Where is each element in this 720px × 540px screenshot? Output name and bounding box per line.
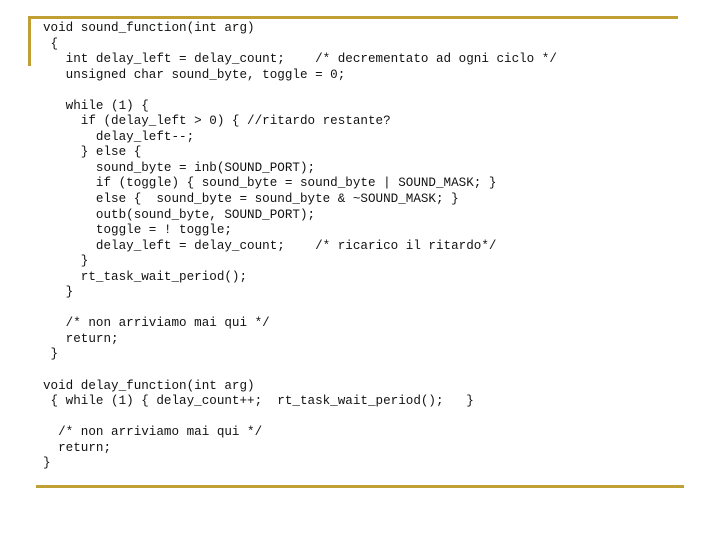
code-line: return; [43, 440, 112, 455]
code-line: toggle = ! toggle; [43, 223, 232, 238]
top-accent-rule [28, 16, 678, 19]
code-line: } [43, 254, 89, 269]
code-line: outb(sound_byte, SOUND_PORT); [43, 207, 316, 222]
code-line: delay_left--; [43, 129, 195, 144]
code-line: if (delay_left > 0) { //ritardo restante… [43, 114, 391, 129]
code-line: void sound_function(int arg) [43, 21, 255, 35]
code-line: /* non arriviamo mai qui */ [43, 425, 263, 440]
code-line: while (1) { [43, 98, 149, 113]
code-block: void sound_function(int arg) { int delay… [43, 21, 557, 472]
code-line: rt_task_wait_period(); [43, 269, 248, 284]
code-line: } else { [43, 145, 142, 160]
code-line: sound_byte = inb(SOUND_PORT); [43, 160, 316, 175]
code-line: { [43, 36, 59, 51]
code-line: if (toggle) { sound_byte = sound_byte | … [43, 176, 497, 191]
bottom-accent-rule [36, 485, 684, 488]
code-line: unsigned char sound_byte, toggle = 0; [43, 67, 346, 82]
code-line: return; [43, 331, 119, 346]
code-line: /* non arriviamo mai qui */ [43, 316, 270, 331]
code-line: int delay_left = delay_count; /* decreme… [43, 52, 557, 67]
code-line: } [43, 347, 59, 362]
code-line: else { sound_byte = sound_byte & ~SOUND_… [43, 192, 459, 207]
code-line: void delay_function(int arg) [43, 378, 255, 393]
code-line: delay_left = delay_count; /* ricarico il… [43, 238, 497, 253]
code-line: { while (1) { delay_count++; rt_task_wai… [43, 394, 474, 409]
code-line: } [43, 285, 74, 300]
left-accent-rule [28, 16, 31, 66]
code-line: } [43, 456, 51, 471]
